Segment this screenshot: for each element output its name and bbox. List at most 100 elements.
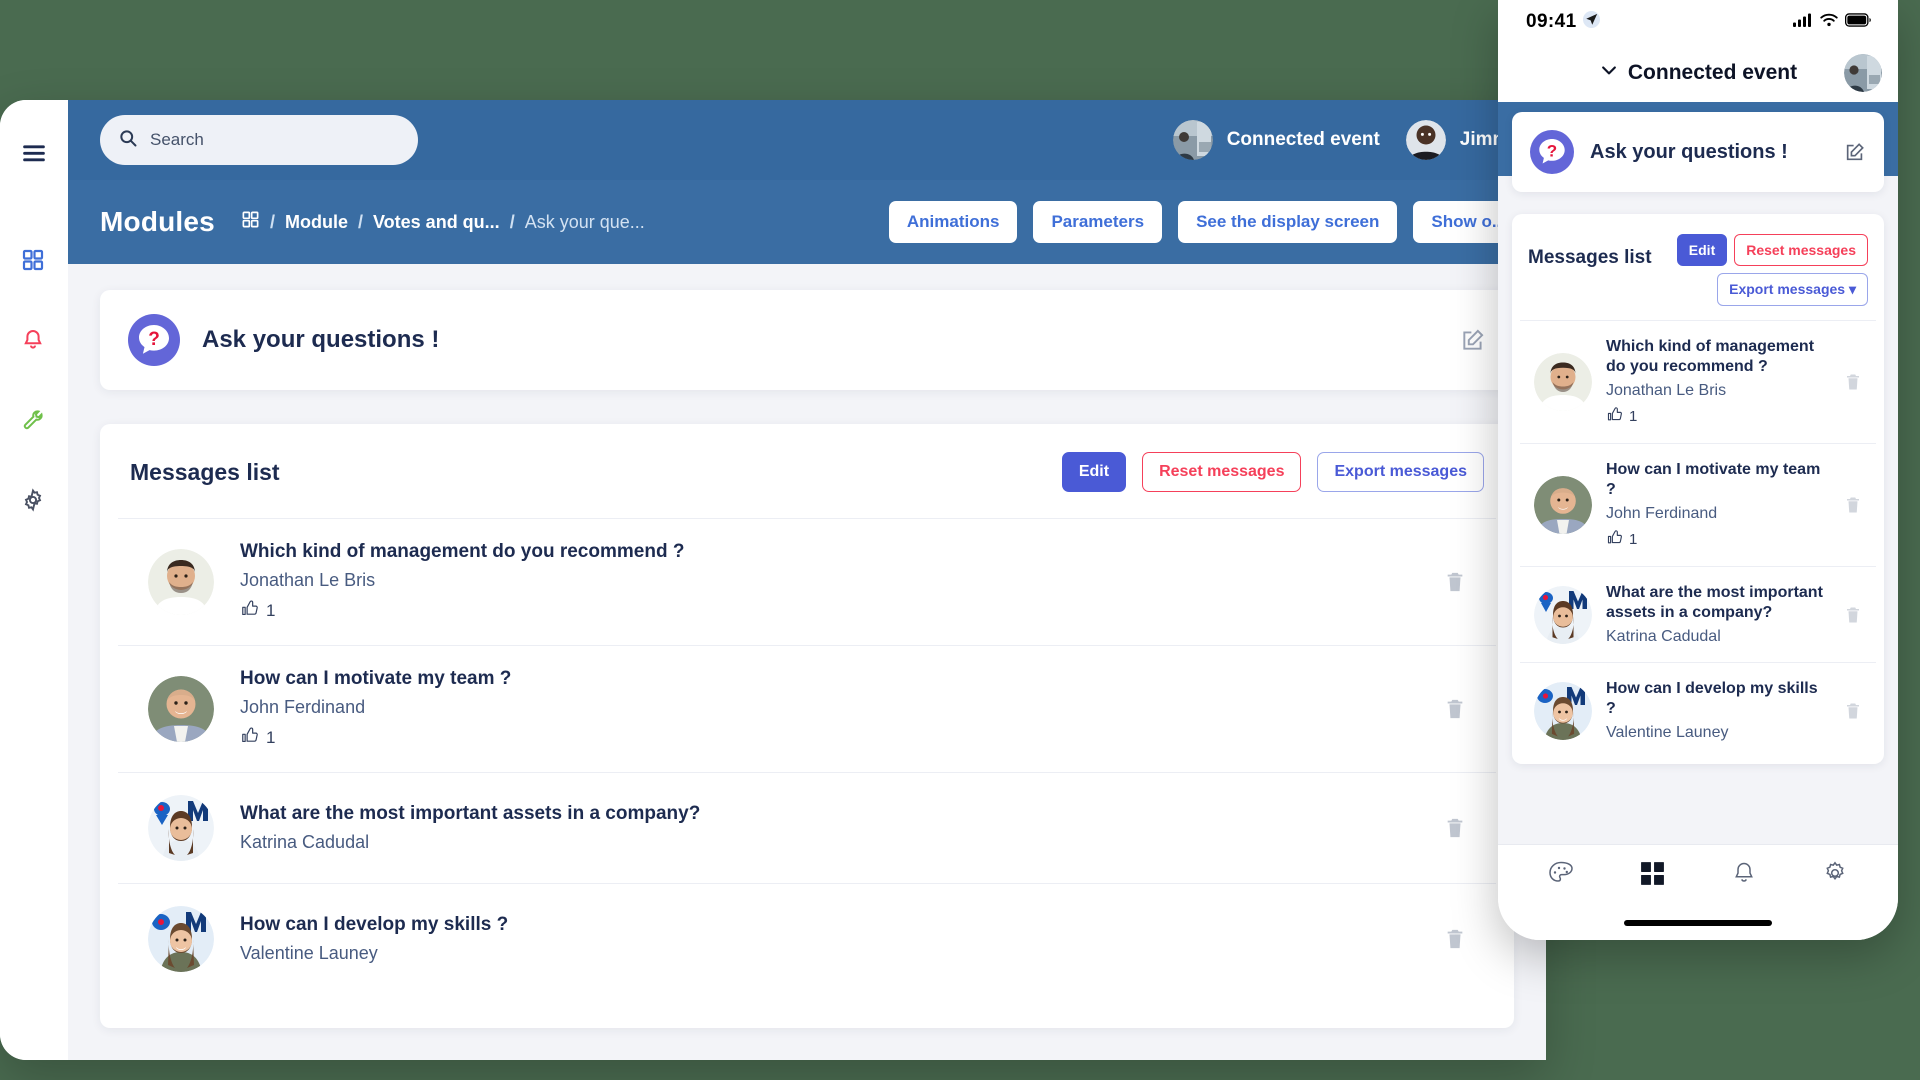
breadcrumb-item-module[interactable]: Module bbox=[285, 212, 348, 233]
page-title: Modules bbox=[100, 206, 215, 237]
message-question: How can I develop my skills ? bbox=[1606, 680, 1818, 717]
list-item[interactable]: How can I motivate my team ? John Ferdin… bbox=[1520, 443, 1876, 566]
phone-messages-list-header: Messages list Edit Reset messages Export… bbox=[1512, 214, 1884, 320]
table-row[interactable]: Which kind of management do you recommen… bbox=[118, 518, 1496, 645]
trash-icon[interactable] bbox=[1444, 570, 1466, 594]
ask-questions-card: ? Ask your questions ! bbox=[100, 290, 1514, 390]
like-count: 1 bbox=[1606, 529, 1830, 550]
trash-icon[interactable] bbox=[1444, 816, 1466, 840]
trash-icon[interactable] bbox=[1844, 605, 1862, 625]
phone-header: Connected event bbox=[1498, 44, 1898, 102]
breadcrumb-separator: / bbox=[357, 211, 363, 232]
edit-button[interactable]: Edit bbox=[1061, 452, 1127, 492]
message-content: What are the most important assets in a … bbox=[1606, 583, 1830, 646]
breadcrumb-actions: Animations Parameters See the display sc… bbox=[888, 201, 1546, 243]
animations-button[interactable]: Animations bbox=[888, 201, 1018, 243]
breadcrumb-bar: Modules / Module / Votes and qu... / Ask… bbox=[68, 180, 1546, 264]
reset-messages-button[interactable]: Reset messages bbox=[1142, 452, 1302, 492]
trash-icon[interactable] bbox=[1444, 697, 1466, 721]
table-row[interactable]: How can I develop my skills ? Valentine … bbox=[118, 883, 1496, 994]
message-content: What are the most important assets in a … bbox=[240, 803, 1418, 853]
phone-messages-list-card: Messages list Edit Reset messages Export… bbox=[1512, 214, 1884, 764]
connected-event-label: Connected event bbox=[1226, 129, 1380, 150]
phone-ask-questions-card: ? Ask your questions ! bbox=[1512, 112, 1884, 192]
parameters-button[interactable]: Parameters bbox=[1033, 201, 1163, 243]
message-content: How can I develop my skills ? Valentine … bbox=[1606, 679, 1830, 742]
avatar-valentine bbox=[1534, 681, 1592, 740]
gear-settings-icon[interactable] bbox=[1822, 860, 1848, 891]
phone-header-avatar[interactable] bbox=[1844, 54, 1882, 92]
event-avatar bbox=[1172, 120, 1213, 160]
table-row[interactable]: What are the most important assets in a … bbox=[118, 772, 1496, 883]
palette-icon[interactable] bbox=[1548, 860, 1574, 891]
avatar-katrina bbox=[1534, 585, 1592, 644]
message-author: Jonathan Le Bris bbox=[1606, 382, 1727, 399]
search-input[interactable] bbox=[150, 130, 400, 150]
edit-pencil-icon[interactable] bbox=[1460, 327, 1486, 353]
location-arrow-icon bbox=[1582, 11, 1600, 33]
edit-pencil-icon[interactable] bbox=[1844, 141, 1866, 163]
bell-notifications-icon[interactable] bbox=[1731, 860, 1757, 891]
search-box[interactable] bbox=[100, 115, 418, 165]
status-time: 09:41 bbox=[1526, 11, 1577, 32]
sidebar-item-notifications[interactable] bbox=[21, 328, 47, 354]
ask-card-title: Ask your questions ! bbox=[202, 326, 440, 353]
sidebar-item-settings[interactable] bbox=[21, 488, 47, 514]
trash-icon[interactable] bbox=[1844, 372, 1862, 392]
edit-button[interactable]: Edit bbox=[1676, 234, 1728, 266]
chevron-down-icon[interactable] bbox=[1599, 60, 1619, 86]
message-content: Which kind of management do you recommen… bbox=[240, 541, 1418, 623]
like-count-value: 1 bbox=[266, 728, 276, 747]
breadcrumb-item-votes[interactable]: Votes and qu... bbox=[373, 212, 500, 233]
status-indicators bbox=[1793, 12, 1872, 32]
trash-icon[interactable] bbox=[1444, 927, 1466, 951]
home-indicator-bar bbox=[1498, 906, 1898, 940]
like-count-value: 1 bbox=[1629, 531, 1638, 548]
phone-title-group[interactable]: Connected event bbox=[1599, 60, 1797, 86]
grid-home-icon[interactable] bbox=[241, 210, 260, 234]
messages-list-actions: Edit Reset messages Export messages bbox=[1061, 452, 1484, 492]
top-bar-right: Connected event Jimmy bbox=[1172, 120, 1546, 160]
list-item[interactable]: How can I develop my skills ? Valentine … bbox=[1520, 662, 1876, 758]
phone-bottom-nav bbox=[1498, 844, 1898, 906]
trash-icon[interactable] bbox=[1844, 701, 1862, 721]
breadcrumb-separator: / bbox=[509, 211, 515, 232]
export-messages-button[interactable]: Export messages bbox=[1317, 452, 1484, 492]
message-content: How can I develop my skills ? Valentine … bbox=[240, 914, 1418, 964]
table-row[interactable]: How can I motivate my team ? John Ferdin… bbox=[118, 645, 1496, 772]
breadcrumb-separator: / bbox=[269, 211, 275, 232]
trash-icon[interactable] bbox=[1844, 495, 1862, 515]
message-content: How can I motivate my team ? John Ferdin… bbox=[1606, 460, 1830, 550]
list-item[interactable]: Which kind of management do you recommen… bbox=[1520, 320, 1876, 443]
export-messages-button[interactable]: Export messages ▾ bbox=[1717, 273, 1868, 306]
thumbs-up-icon bbox=[240, 726, 259, 750]
svg-text:?: ? bbox=[1547, 142, 1557, 161]
phone-messages-list-actions: Edit Reset messages Export messages ▾ bbox=[1653, 234, 1868, 306]
message-author: Jonathan Le Bris bbox=[240, 570, 376, 590]
breadcrumb-item-current: Ask your que... bbox=[524, 211, 645, 232]
avatar-john bbox=[1534, 476, 1592, 534]
svg-text:?: ? bbox=[148, 329, 160, 350]
thumbs-up-icon bbox=[240, 599, 259, 623]
reset-messages-button[interactable]: Reset messages bbox=[1734, 234, 1868, 266]
like-count: 1 bbox=[240, 726, 1418, 750]
hamburger-menu-icon[interactable] bbox=[21, 140, 47, 166]
like-count-value: 1 bbox=[266, 601, 276, 620]
screen: Connected event bbox=[0, 0, 1920, 1080]
message-author: John Ferdinand bbox=[240, 697, 366, 717]
sidebar-item-modules[interactable] bbox=[21, 248, 47, 274]
like-count: 1 bbox=[240, 599, 1418, 623]
like-count-value: 1 bbox=[1629, 408, 1638, 425]
message-question: How can I develop my skills ? bbox=[240, 914, 509, 935]
message-question: Which kind of management do you recommen… bbox=[240, 541, 685, 562]
grid-modules-icon[interactable] bbox=[1639, 860, 1666, 892]
list-item[interactable]: What are the most important assets in a … bbox=[1520, 566, 1876, 662]
battery-full-icon bbox=[1844, 12, 1872, 32]
sidebar-item-tools[interactable] bbox=[21, 408, 47, 434]
connected-event-chip[interactable]: Connected event bbox=[1172, 120, 1380, 160]
avatar-john bbox=[148, 676, 214, 742]
home-indicator[interactable] bbox=[1624, 920, 1772, 926]
see-display-screen-button[interactable]: See the display screen bbox=[1178, 201, 1398, 243]
user-avatar bbox=[1405, 120, 1446, 160]
desktop-content: ? Ask your questions ! Messages list Edi… bbox=[68, 264, 1546, 1060]
